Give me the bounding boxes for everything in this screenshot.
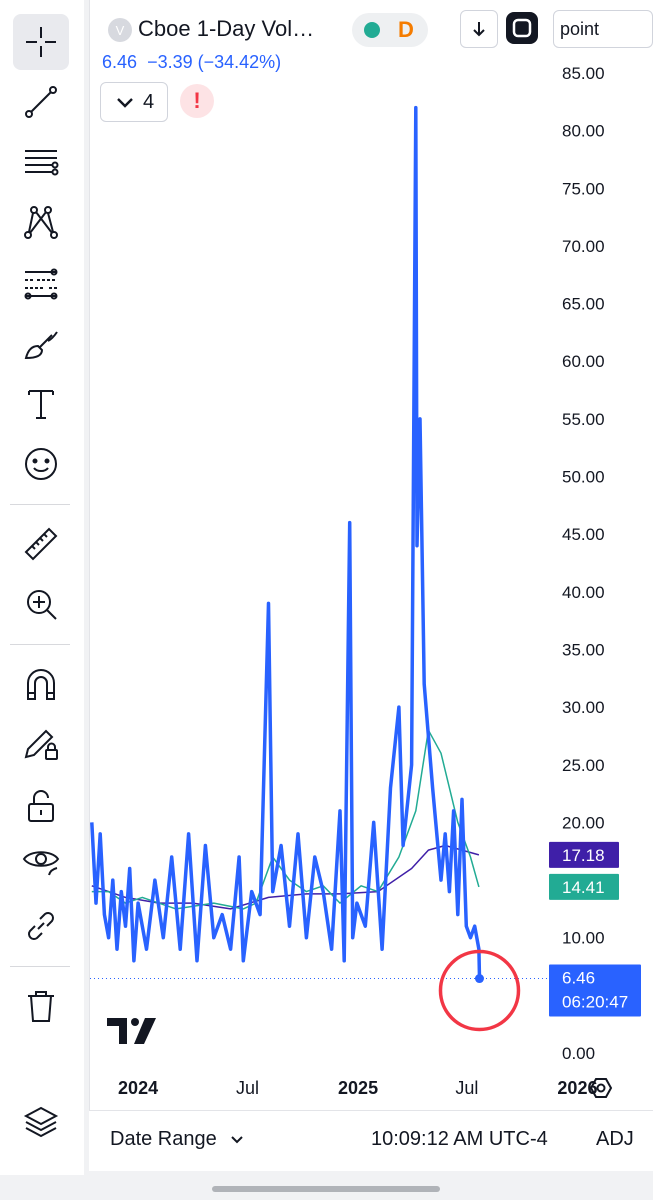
symbol-title[interactable]: Cboe 1-Day Vol… [138,16,314,42]
time-axis[interactable]: 2024 Jul 2025 Jul 2026 [118,1078,597,1098]
indicator-count: 4 [143,90,155,113]
price-label-text: 6.46 [562,969,595,988]
adj-button[interactable]: ADJ [596,1128,634,1151]
y-tick-label: 10.00 [562,929,605,948]
y-tick-label: 85.00 [562,64,605,83]
market-open-dot [364,22,380,38]
indicators-toggle[interactable]: 4 [100,82,168,122]
arrow-down-icon [473,22,485,37]
date-range-label: Date Range [110,1128,217,1150]
home-indicator [212,1186,440,1192]
x-tick-label: Jul [236,1078,259,1098]
warning-badge[interactable]: ! [180,84,214,118]
x-tick-label: 2024 [118,1078,158,1098]
scale-mode-label: point [560,18,600,39]
y-tick-label: 80.00 [562,122,605,141]
y-tick-label: 45.00 [562,525,605,544]
clock[interactable]: 10:09:12 AM UTC-4 [371,1128,548,1151]
series-layer [90,105,548,1032]
fullscreen-button[interactable] [505,10,539,46]
last-price: 6.46 [102,52,138,72]
y-tick-label: 25.00 [562,756,605,775]
price-axis[interactable]: 85.00 80.00 75.00 70.00 65.00 60.00 55.00 50.00… [562,64,605,1063]
scale-mode-button[interactable]: point [553,10,653,48]
last-price-dot [474,974,484,984]
date-range-button[interactable]: Date Range [110,1128,244,1151]
x-tick-label: 2025 [338,1078,378,1098]
symbol-logo[interactable]: V [108,18,132,42]
quote-line: 6.46 −3.39 (−34.42%) [102,52,281,73]
fullscreen-icon [506,12,538,44]
y-tick-label: 70.00 [562,237,605,256]
price-label-text: 17.18 [562,846,605,865]
price-label-text: 14.41 [562,878,605,897]
chart-canvas[interactable]: 85.00 80.00 75.00 70.00 65.00 60.00 55.00 50.00… [0,0,653,1110]
status-badges[interactable]: D [352,13,428,47]
download-button[interactable] [460,10,498,48]
y-tick-label: 60.00 [562,352,605,371]
y-tick-label: 65.00 [562,295,605,314]
y-tick-label: 75.00 [562,179,605,198]
y-tick-label: 40.00 [562,583,605,602]
y-tick-label: 0.00 [562,1044,595,1063]
y-tick-label: 35.00 [562,640,605,659]
countdown-label: 06:20:47 [562,993,628,1012]
y-tick-label: 20.00 [562,813,605,832]
chevron-down-icon [117,98,133,108]
y-tick-label: 55.00 [562,410,605,429]
price-change: −3.39 (−34.42%) [147,52,282,72]
tradingview-logo [107,1018,156,1044]
y-tick-label: 30.00 [562,698,605,717]
price-line [90,105,482,979]
chevron-down-icon [231,1136,244,1144]
y-tick-label: 50.00 [562,468,605,487]
x-tick-label: Jul [455,1078,478,1098]
interval-badge: D [398,17,414,42]
